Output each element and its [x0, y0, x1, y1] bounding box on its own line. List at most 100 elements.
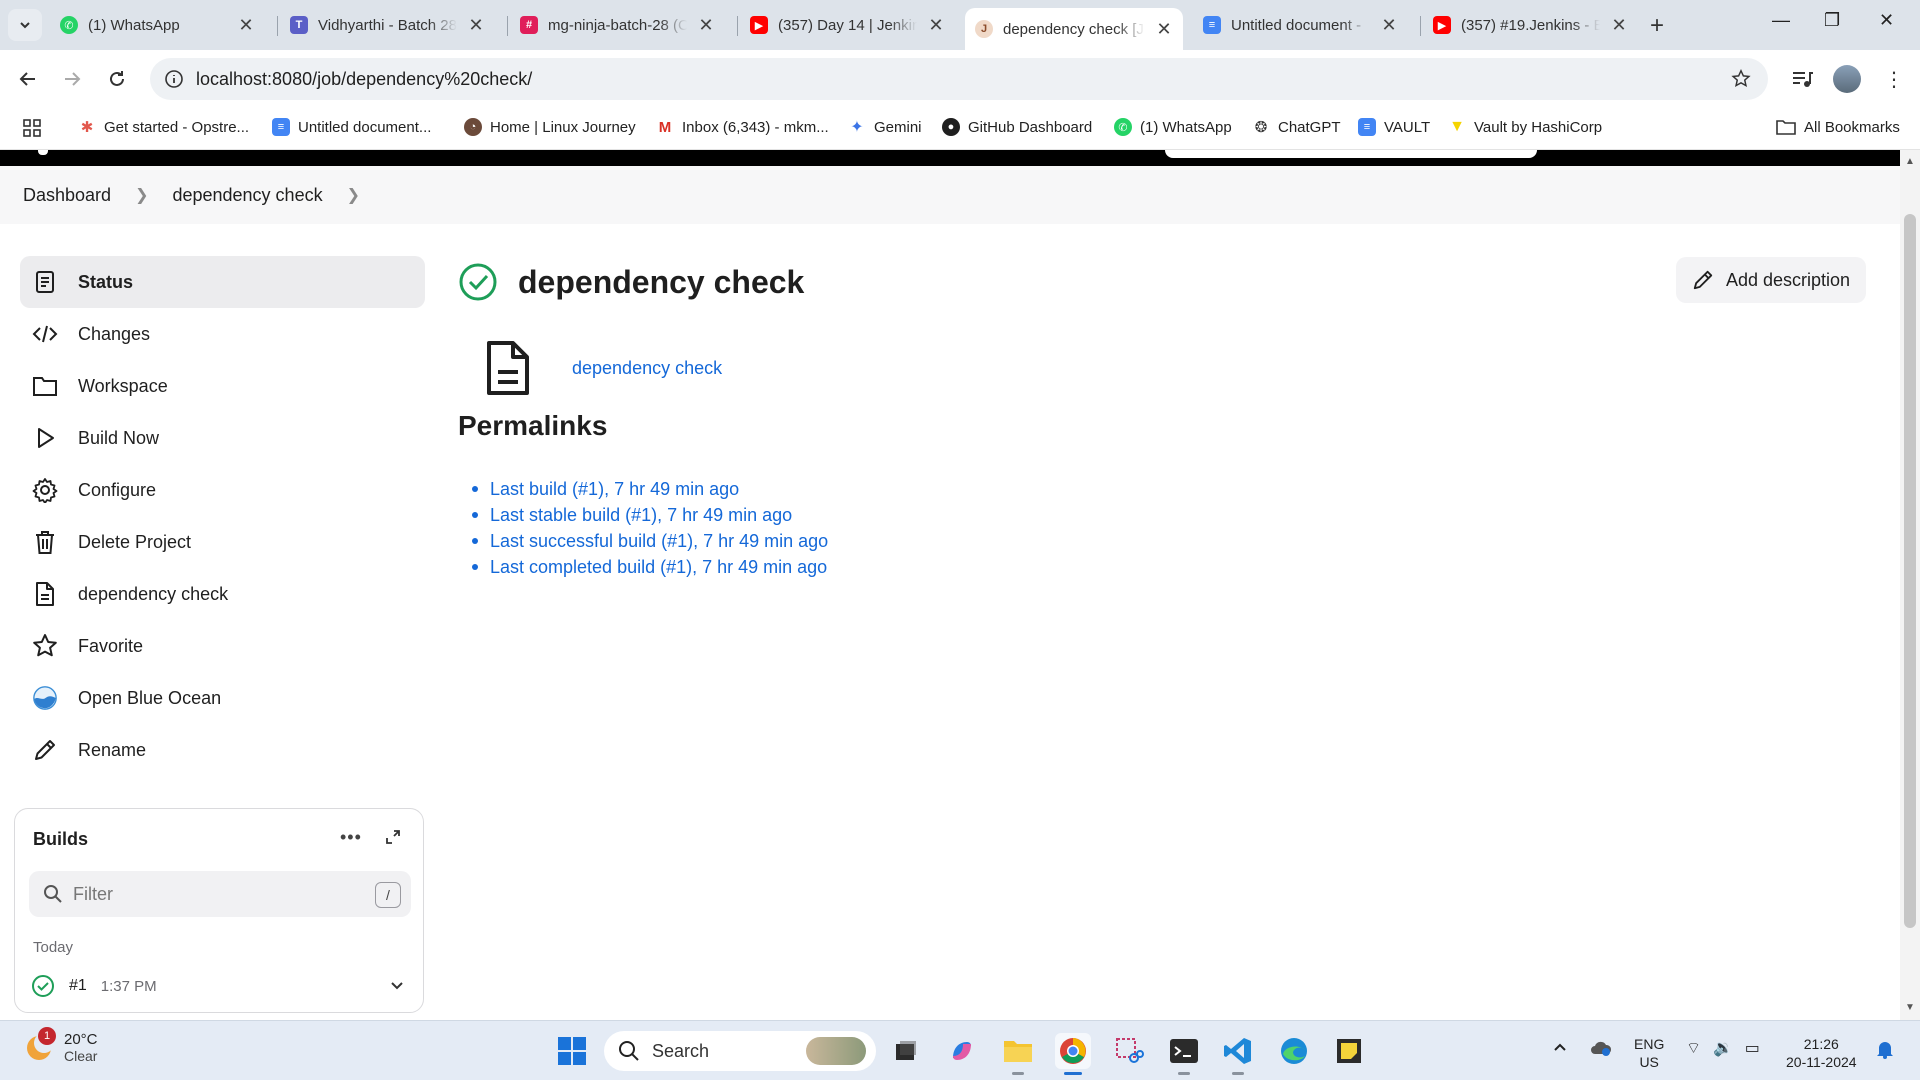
sidebar-item-open-blue-ocean[interactable]: Open Blue Ocean [20, 672, 425, 724]
bookmark-vault-doc[interactable]: ≡ VAULT [1358, 118, 1430, 136]
reload-button[interactable] [101, 63, 133, 95]
bookmark-star-icon[interactable] [1730, 68, 1752, 90]
close-icon[interactable]: ✕ [1610, 15, 1628, 36]
new-tab-button[interactable]: + [1650, 12, 1664, 40]
chevron-right-icon[interactable]: ❯ [347, 185, 360, 205]
scrollbar-thumb[interactable] [1904, 214, 1916, 928]
apps-button[interactable] [22, 118, 42, 138]
permalink-last-stable-build[interactable]: Last stable build (#1), 7 hr 49 min ago [490, 502, 828, 528]
close-icon[interactable]: ✕ [237, 15, 255, 36]
browser-menu-button[interactable]: ⋮ [1878, 63, 1910, 95]
sidebar-item-build-now[interactable]: Build Now [20, 412, 425, 464]
bookmark-gmail[interactable]: M Inbox (6,343) - mkm... [656, 118, 829, 136]
wifi-icon: ⌔ [1686, 1040, 1702, 1057]
docs-icon: ≡ [1358, 118, 1376, 136]
browser-tab-teams[interactable]: T Vidhyarthi - Batch 28 ✕ [280, 8, 495, 42]
chevron-down-icon[interactable] [389, 977, 405, 993]
close-window-button[interactable]: ✕ [1879, 10, 1894, 31]
edge-app[interactable] [1276, 1033, 1312, 1069]
header-search[interactable] [1165, 150, 1537, 158]
close-icon[interactable]: ✕ [1155, 19, 1173, 40]
filter-input[interactable] [73, 881, 353, 907]
build-row[interactable]: #1 1:37 PM [31, 971, 413, 1001]
browser-tab-youtube-day14[interactable]: ▶ (357) Day 14 | Jenkins ✕ [740, 8, 955, 42]
clock[interactable]: 21:26 20-11-2024 [1786, 1035, 1857, 1071]
bookmark-opstree[interactable]: ✱ Get started - Opstre... [78, 118, 249, 136]
restore-button[interactable]: ❐ [1824, 10, 1840, 31]
permalink-last-build[interactable]: Last build (#1), 7 hr 49 min ago [490, 476, 828, 502]
add-description-button[interactable]: Add description [1676, 257, 1866, 303]
notification-center[interactable] [1876, 1039, 1894, 1063]
all-bookmarks-button[interactable]: All Bookmarks [1776, 118, 1900, 136]
weather-widget[interactable]: 1 20°C Clear [24, 1027, 98, 1064]
snipping-tool-app[interactable] [1111, 1033, 1147, 1069]
chatgpt-icon: ❂ [1252, 118, 1270, 136]
language-indicator[interactable]: ENG US [1634, 1035, 1664, 1071]
sidebar-item-workspace[interactable]: Workspace [20, 360, 425, 412]
browser-tab-whatsapp[interactable]: ✆ (1) WhatsApp ✕ [50, 8, 265, 42]
task-view-button[interactable] [888, 1033, 924, 1069]
permalink-last-completed-build[interactable]: Last completed build (#1), 7 hr 49 min a… [490, 554, 828, 580]
bookmark-chatgpt[interactable]: ❂ ChatGPT [1252, 118, 1341, 136]
sticky-notes-app[interactable] [1331, 1033, 1367, 1069]
breadcrumb-job[interactable]: dependency check [172, 185, 322, 206]
minimize-button[interactable]: — [1772, 10, 1790, 31]
site-info-icon[interactable] [164, 69, 184, 89]
chrome-app[interactable] [1055, 1033, 1091, 1075]
artifact-link[interactable]: dependency check [572, 358, 722, 379]
sidebar-item-delete-project[interactable]: Delete Project [20, 516, 425, 568]
close-icon[interactable]: ✕ [467, 15, 485, 36]
forward-button[interactable] [56, 63, 88, 95]
vscode-app[interactable] [1220, 1033, 1256, 1075]
page-scrollbar[interactable]: ▲ ▼ [1900, 150, 1920, 1020]
tab-search-button[interactable] [8, 9, 42, 41]
bookmark-untitled-document[interactable]: ≡ Untitled document... [272, 118, 431, 136]
profile-avatar[interactable] [1831, 63, 1863, 95]
media-control-button[interactable] [1786, 63, 1818, 95]
close-icon[interactable]: ✕ [697, 15, 715, 36]
browser-tab-docs[interactable]: ≡ Untitled document - ✕ [1193, 8, 1408, 42]
more-horizontal-icon[interactable]: ••• [340, 827, 362, 848]
sidebar-item-favorite[interactable]: Favorite [20, 620, 425, 672]
close-icon[interactable]: ✕ [927, 15, 945, 36]
show-hidden-icons[interactable] [1552, 1039, 1568, 1059]
build-number[interactable]: #1 [69, 977, 87, 995]
scroll-down-icon[interactable]: ▼ [1905, 1002, 1915, 1013]
bookmark-github-dashboard[interactable]: ● GitHub Dashboard [942, 118, 1092, 136]
address-bar[interactable]: localhost:8080/job/dependency%20check/ [150, 58, 1768, 100]
search-icon [44, 885, 62, 903]
back-button[interactable] [12, 63, 44, 95]
bookmark-whatsapp[interactable]: ✆ (1) WhatsApp [1114, 118, 1232, 136]
page-title: dependency check [518, 263, 805, 300]
browser-tab-youtube-jenkins[interactable]: ▶ (357) #19.Jenkins - B ✕ [1423, 8, 1638, 42]
browser-tab-slack[interactable]: # mg-ninja-batch-28 (C ✕ [510, 8, 725, 42]
sidebar-item-changes[interactable]: Changes [20, 308, 425, 360]
close-icon[interactable]: ✕ [1380, 15, 1398, 36]
breadcrumb-dashboard[interactable]: Dashboard [23, 185, 111, 206]
builds-filter-field[interactable]: / [29, 871, 411, 917]
sidebar-item-rename[interactable]: Rename [20, 724, 425, 776]
sidebar-item-status[interactable]: Status [20, 256, 425, 308]
sidebar-item-dependency-check[interactable]: dependency check [20, 568, 425, 620]
edge-icon [1281, 1038, 1307, 1064]
bookmark-vault-hashicorp[interactable]: ▼ Vault by HashiCorp [1448, 118, 1602, 136]
copilot-app[interactable] [944, 1033, 980, 1069]
expand-icon[interactable] [385, 829, 401, 850]
file-explorer-app[interactable] [1000, 1033, 1036, 1075]
youtube-icon: ▶ [750, 16, 768, 34]
onedrive-tray[interactable] [1590, 1039, 1612, 1061]
avatar [1833, 65, 1861, 93]
browser-tab-strip: ✆ (1) WhatsApp ✕ T Vidhyarthi - Batch 28… [0, 0, 1920, 50]
whatsapp-icon: ✆ [60, 16, 78, 34]
browser-tab-jenkins-active[interactable]: J dependency check [J ✕ [965, 8, 1183, 50]
start-button[interactable] [554, 1033, 590, 1069]
bookmark-gemini[interactable]: ✦ Gemini [848, 118, 922, 136]
taskbar-search[interactable]: Search [604, 1031, 876, 1071]
permalink-last-successful-build[interactable]: Last successful build (#1), 7 hr 49 min … [490, 528, 828, 554]
trash-icon [32, 529, 58, 555]
network-volume-battery[interactable]: ⌔ 🔉 ▭ [1686, 1039, 1760, 1058]
scroll-up-icon[interactable]: ▲ [1905, 156, 1915, 167]
bookmark-linux-journey[interactable]: ◔ Home | Linux Journey [464, 118, 636, 136]
terminal-app[interactable] [1166, 1033, 1202, 1075]
sidebar-item-configure[interactable]: Configure [20, 464, 425, 516]
